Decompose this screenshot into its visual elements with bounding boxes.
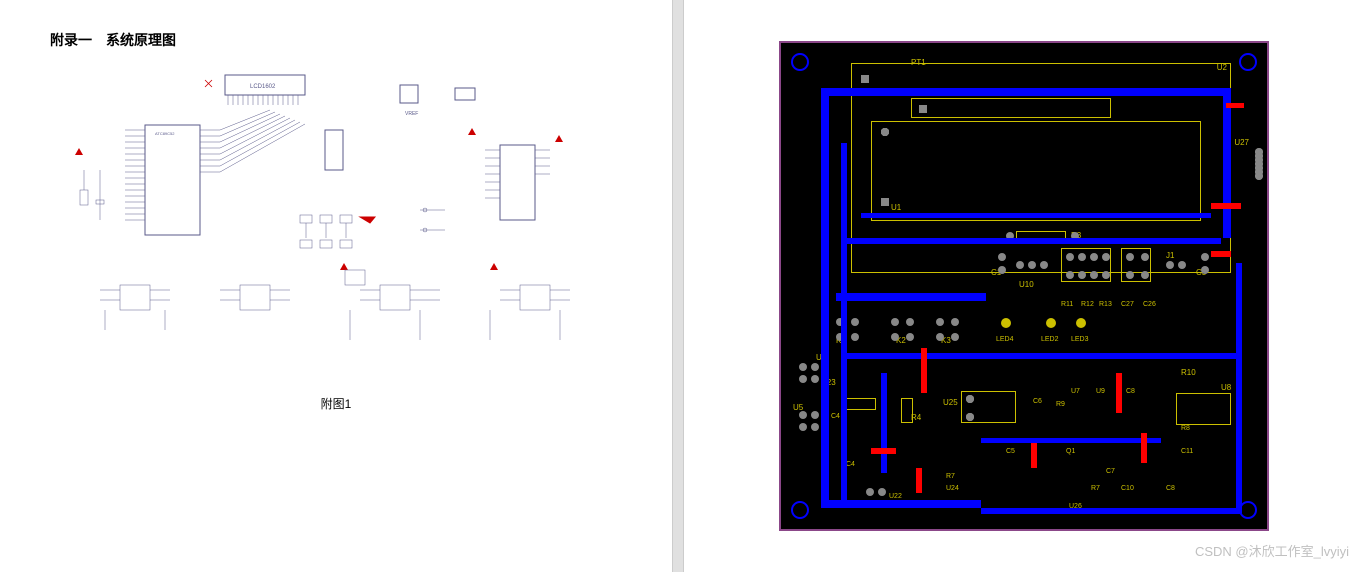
schematic-diagram: LCD1602 VREF ATC89C52: [50, 60, 620, 390]
ref-u25: U25: [943, 398, 958, 407]
ref-c4b: C4: [846, 461, 855, 468]
ref-c27: C27: [1121, 301, 1134, 308]
ref-led4: LED4: [996, 336, 1014, 343]
ref-led3: LED3: [1071, 336, 1089, 343]
mounting-hole: [1239, 53, 1257, 71]
panel-divider: [672, 0, 684, 572]
r4: [846, 398, 876, 410]
ref-c6: C6: [1033, 398, 1042, 405]
ref-c7: C7: [1106, 468, 1115, 475]
lcd-label: LCD1602: [250, 84, 276, 90]
ref-u1: U1: [891, 203, 901, 212]
ref-c10: C10: [1121, 485, 1134, 492]
ref-u8: U8: [1221, 383, 1231, 392]
ref-c5: C5: [1006, 448, 1015, 455]
ref-r13: R13: [1099, 301, 1112, 308]
ref-r7: R7: [1091, 485, 1100, 492]
mounting-hole: [791, 53, 809, 71]
ref-c9: C8: [1126, 388, 1135, 395]
ref-c4r4: C4: [831, 413, 840, 420]
ref-led2: LED2: [1041, 336, 1059, 343]
ref-u9: U9: [1096, 388, 1105, 395]
ref-j1: J1: [1166, 251, 1174, 260]
schematic-panel: 附录一 系统原理图 LCD1602 VREF ATC89C52: [0, 0, 672, 572]
figure-caption: 附图1: [0, 395, 672, 412]
ref-u10: U10: [1019, 280, 1034, 289]
ref-r6: R7: [946, 473, 955, 480]
outline-u1: [871, 121, 1201, 221]
ref-u22: U22: [889, 493, 902, 500]
ic-u8: [1176, 393, 1231, 425]
ref-u2: U2: [1217, 63, 1227, 72]
ref-r10: R10: [1181, 368, 1196, 377]
ref-u27: U27: [1234, 138, 1249, 147]
ref-r11: R11: [1061, 301, 1073, 308]
page-title: 附录一 系统原理图: [50, 30, 176, 50]
svg-text:VREF: VREF: [405, 111, 418, 117]
pcb-layout: PT1 U2 U1 U27: [779, 41, 1269, 531]
r3: [901, 398, 913, 423]
ref-u24: U24: [946, 485, 959, 492]
ref-r9: R9: [1056, 401, 1065, 408]
watermark: CSDN @沐欣工作室_lvyiyi: [1195, 541, 1349, 560]
mounting-hole: [791, 501, 809, 519]
pcb-panel: PT1 U2 U1 U27: [684, 0, 1364, 572]
mcu-label: ATC89C52: [155, 131, 175, 136]
ref-r8: R8: [1181, 425, 1190, 432]
ref-r12: R12: [1081, 301, 1094, 308]
ref-u7: U7: [1071, 388, 1080, 395]
lcd-outline: [911, 98, 1111, 118]
ref-c8: C8: [1166, 485, 1175, 492]
ref-c11: C11: [1181, 448, 1193, 455]
ref-c26: C26: [1143, 301, 1156, 308]
ref-q1: Q1: [1066, 448, 1075, 455]
